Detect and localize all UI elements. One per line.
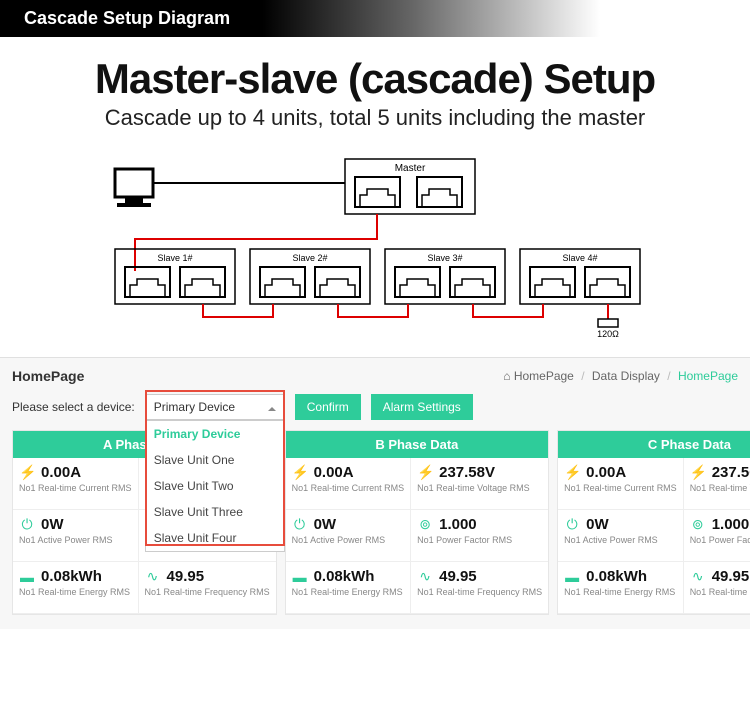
phase-c: C Phase Data ⚡0.00ANo1 Real-time Current… — [557, 430, 750, 615]
page-title: HomePage — [12, 368, 84, 384]
power-icon: ⏻ — [564, 516, 580, 533]
hero: Master-slave (cascade) Setup Cascade up … — [0, 37, 750, 139]
phase-row: A Phase Data ⚡0.00ANo1 Real-time Current… — [12, 430, 738, 615]
svg-text:Slave 2#: Slave 2# — [292, 253, 327, 263]
power-icon: ⏻ — [292, 516, 308, 533]
breadcrumb-current: HomePage — [678, 369, 738, 383]
phase-c-header: C Phase Data — [558, 431, 750, 458]
breadcrumb-section[interactable]: Data Display — [592, 369, 660, 383]
hero-subtitle: Cascade up to 4 units, total 5 units inc… — [0, 105, 750, 131]
hero-title: Master-slave (cascade) Setup — [0, 55, 750, 103]
metric-energy: ▬0.08kWhNo1 Real-time Energy RMS — [13, 562, 139, 614]
svg-text:Slave 4#: Slave 4# — [562, 253, 597, 263]
confirm-button[interactable]: Confirm — [295, 394, 361, 420]
home-icon: ⌂ — [503, 369, 514, 383]
metric-freq: ∿49.95No1 Real-time Frequency RMS — [139, 562, 276, 614]
banner-title: Cascade Setup Diagram — [0, 8, 750, 29]
breadcrumb-home[interactable]: HomePage — [514, 369, 574, 383]
gauge-icon: ⊚ — [417, 516, 433, 533]
device-select[interactable]: Primary Device — [145, 394, 285, 420]
banner: Cascade Setup Diagram — [0, 0, 750, 37]
device-option[interactable]: Slave Unit Four — [146, 525, 284, 551]
power-icon: ⏻ — [19, 516, 35, 533]
battery-icon: ▬ — [564, 569, 580, 585]
bolt-icon: ⚡ — [417, 464, 433, 481]
cascade-diagram: Master Slave 1# Slave 2# Slave 3# Slave … — [0, 139, 750, 357]
plug-icon: ⚡ — [19, 464, 35, 481]
device-select-wrap: Primary Device Primary Device Slave Unit… — [145, 394, 285, 420]
battery-icon: ▬ — [292, 569, 308, 585]
dashboard: HomePage ⌂ HomePage / Data Display / Hom… — [0, 357, 750, 629]
breadcrumb: ⌂ HomePage / Data Display / HomePage — [503, 369, 738, 383]
phase-b: B Phase Data ⚡0.00ANo1 Real-time Current… — [285, 430, 550, 615]
battery-icon: ▬ — [19, 569, 35, 585]
svg-text:Slave 3#: Slave 3# — [427, 253, 462, 263]
device-option[interactable]: Primary Device — [146, 421, 284, 447]
device-option[interactable]: Slave Unit One — [146, 447, 284, 473]
metric-current: ⚡0.00ANo1 Real-time Current RMS — [13, 458, 139, 510]
plug-icon: ⚡ — [292, 464, 308, 481]
metric-power: ⏻0WNo1 Active Power RMS — [13, 510, 139, 562]
wave-icon: ∿ — [145, 568, 161, 585]
bolt-icon: ⚡ — [690, 464, 706, 481]
phase-b-header: B Phase Data — [286, 431, 549, 458]
wave-icon: ∿ — [417, 568, 433, 585]
device-select-label: Please select a device: — [12, 394, 135, 414]
device-dropdown: Primary Device Slave Unit One Slave Unit… — [145, 420, 285, 552]
svg-text:Slave 1#: Slave 1# — [157, 253, 192, 263]
device-option[interactable]: Slave Unit Two — [146, 473, 284, 499]
diagram-master-label: Master — [395, 163, 426, 174]
device-option[interactable]: Slave Unit Three — [146, 499, 284, 525]
diagram-terminator-label: 120Ω — [597, 329, 619, 339]
alarm-settings-button[interactable]: Alarm Settings — [371, 394, 473, 420]
plug-icon: ⚡ — [564, 464, 580, 481]
wave-icon: ∿ — [690, 568, 706, 585]
gauge-icon: ⊚ — [690, 516, 706, 533]
diagram-slaves: Slave 1# Slave 2# Slave 3# Slave 4# — [115, 249, 640, 304]
